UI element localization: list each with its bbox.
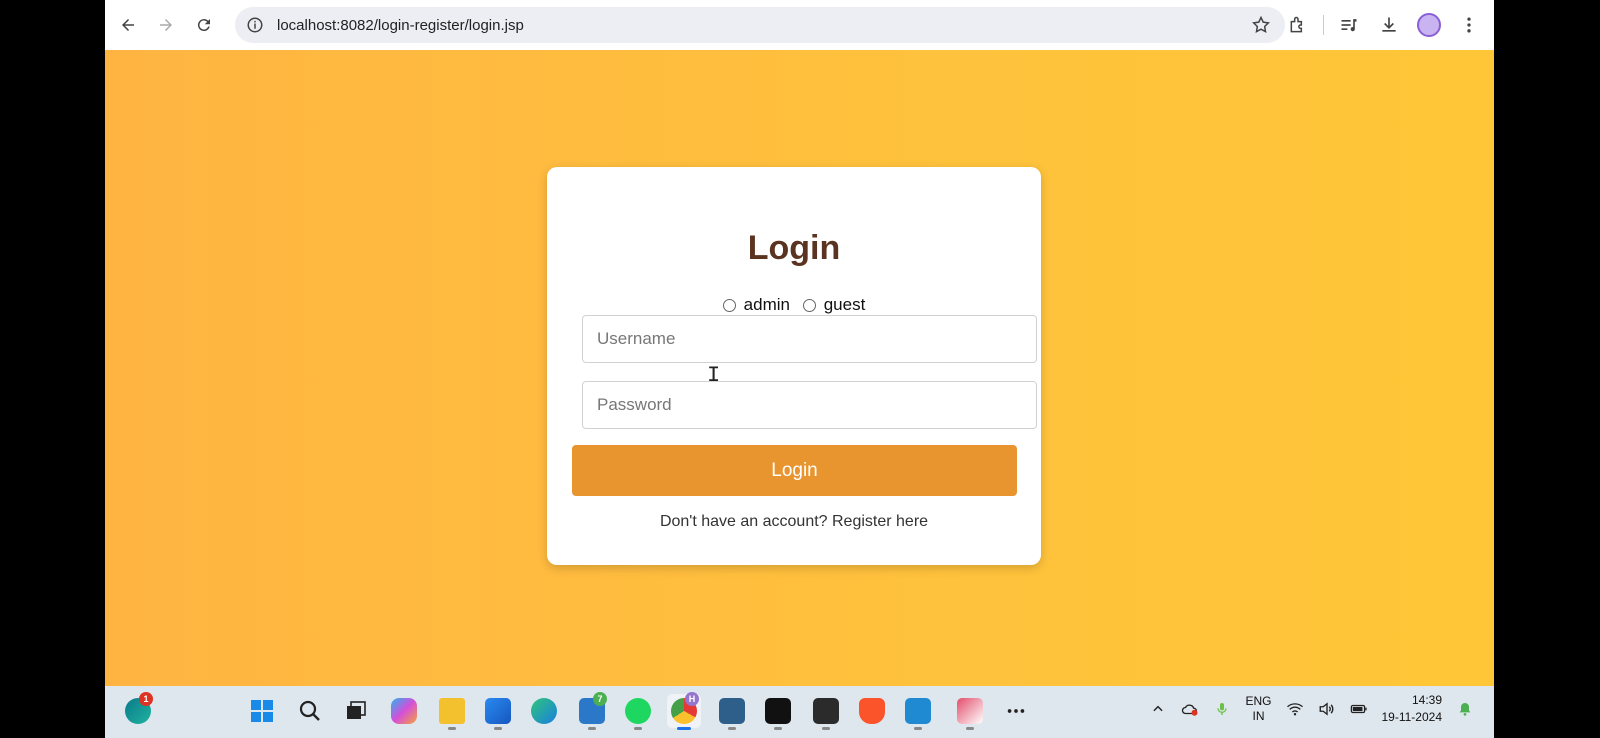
brave-button[interactable]	[855, 694, 889, 728]
username-input[interactable]	[582, 315, 1037, 363]
copilot-icon	[391, 698, 417, 724]
terminal-button[interactable]	[809, 694, 843, 730]
running-indicator	[822, 727, 830, 730]
toolbar-separator	[1323, 15, 1324, 35]
vscode-icon	[905, 698, 931, 724]
more-apps-button[interactable]	[999, 694, 1033, 728]
widgets-button[interactable]: 1	[121, 692, 155, 728]
chrome-profile-badge: H	[685, 692, 699, 706]
download-icon[interactable]	[1374, 10, 1404, 40]
text-cursor-icon: I	[707, 363, 721, 388]
spotify-icon	[625, 698, 651, 724]
store-button[interactable]	[481, 694, 515, 730]
terminal-icon	[813, 698, 839, 724]
language-indicator[interactable]: ENG IN	[1245, 694, 1271, 724]
reload-button[interactable]	[189, 10, 219, 40]
running-indicator	[728, 727, 736, 730]
clock-time: 14:39	[1411, 693, 1442, 707]
role-radio-group: admin guest	[547, 295, 1041, 317]
vscode-button[interactable]	[901, 694, 935, 730]
running-indicator	[634, 727, 642, 730]
search-icon	[299, 700, 320, 721]
notification-bell-icon[interactable]	[1456, 700, 1474, 718]
bookmark-star-icon[interactable]	[1251, 15, 1271, 35]
site-info-icon[interactable]	[245, 15, 265, 35]
running-indicator	[966, 727, 974, 730]
task-view-button[interactable]	[339, 694, 373, 728]
password-input[interactable]	[582, 381, 1037, 429]
back-arrow-icon	[122, 19, 134, 31]
running-indicator	[774, 727, 782, 730]
running-indicator	[588, 727, 596, 730]
wifi-icon[interactable]	[1286, 700, 1304, 718]
intellij-icon	[765, 698, 791, 724]
store-icon	[485, 698, 511, 724]
login-card: Login admin guest Login Don't have an ac…	[547, 167, 1041, 565]
region-code: IN	[1252, 709, 1265, 723]
role-guest-label: guest	[823, 295, 866, 314]
back-button[interactable]	[113, 10, 143, 40]
microphone-icon[interactable]	[1213, 700, 1231, 718]
menu-kebab-icon[interactable]	[1454, 10, 1484, 40]
running-indicator	[448, 727, 456, 730]
more-dots-icon	[1007, 709, 1025, 713]
reload-icon	[197, 19, 210, 32]
role-admin-label: admin	[743, 295, 790, 314]
teams-badge: 7	[593, 692, 607, 706]
teams-button[interactable]: 7	[575, 692, 609, 730]
browser-toolbar: localhost:8082/login-register/login.jsp	[105, 0, 1494, 50]
task-view-icon	[347, 701, 366, 719]
role-guest[interactable]: guest	[802, 295, 866, 315]
login-button[interactable]: Login	[572, 445, 1017, 496]
clock-date: 19-11-2024	[1381, 710, 1443, 724]
edge-icon	[531, 698, 557, 724]
screen: localhost:8082/login-register/login.jsp	[105, 0, 1494, 738]
address-bar[interactable]: localhost:8082/login-register/login.jsp	[235, 7, 1285, 43]
snipping-tool-icon	[957, 698, 983, 724]
page-background: Login admin guest Login Don't have an ac…	[105, 50, 1494, 686]
language-code: ENG	[1245, 694, 1272, 708]
search-button[interactable]	[293, 694, 327, 728]
register-link[interactable]: Don't have an account? Register here	[547, 513, 1041, 531]
extensions-icon[interactable]	[1283, 10, 1313, 40]
edge-button[interactable]	[527, 694, 561, 728]
running-indicator	[914, 727, 922, 730]
forward-button[interactable]	[151, 10, 181, 40]
intellij-button[interactable]	[761, 694, 795, 730]
radio-guest[interactable]	[802, 298, 816, 312]
url-text[interactable]: localhost:8082/login-register/login.jsp	[277, 17, 524, 34]
copilot-button[interactable]	[387, 694, 421, 728]
windows-taskbar: 1 7 H ENG IN 14:39 19-11-2024	[105, 686, 1494, 738]
forward-arrow-icon	[160, 19, 172, 31]
radio-admin[interactable]	[722, 298, 736, 312]
mysql-workbench-button[interactable]	[715, 694, 749, 730]
media-control-icon[interactable]	[1334, 10, 1364, 40]
file-explorer-button[interactable]	[435, 694, 469, 730]
spotify-button[interactable]	[621, 694, 655, 730]
profile-avatar[interactable]	[1414, 10, 1444, 40]
brave-lion-icon	[859, 698, 885, 724]
running-indicator	[494, 727, 502, 730]
role-admin[interactable]: admin	[722, 295, 790, 315]
chevron-up-icon[interactable]	[1149, 700, 1167, 718]
windows-logo-icon	[251, 700, 273, 722]
start-button[interactable]	[245, 694, 279, 728]
widgets-badge: 1	[139, 692, 153, 706]
clock[interactable]: 14:39 19-11-2024	[1382, 692, 1443, 726]
chrome-button[interactable]: H	[667, 692, 701, 730]
system-tray: ENG IN 14:39 19-11-2024	[1149, 692, 1474, 726]
snipping-tool-button[interactable]	[953, 694, 987, 730]
active-indicator	[677, 727, 691, 730]
browser-right-tools	[1283, 10, 1484, 40]
battery-icon[interactable]	[1350, 700, 1368, 718]
login-title: Login	[747, 229, 841, 267]
volume-icon[interactable]	[1318, 700, 1336, 718]
mysql-icon	[719, 698, 745, 724]
folder-icon	[439, 698, 465, 724]
onedrive-error-icon[interactable]	[1181, 700, 1199, 718]
